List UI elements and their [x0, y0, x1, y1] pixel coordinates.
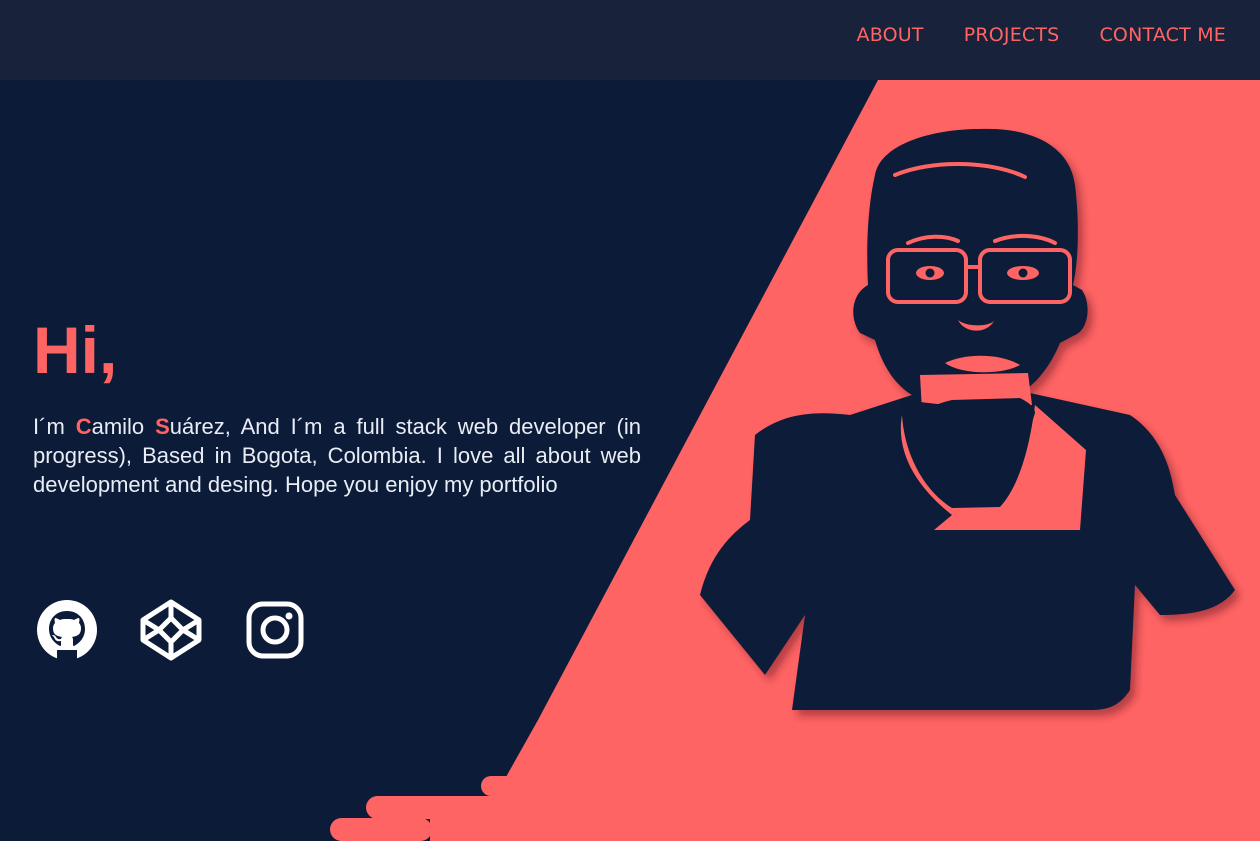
codepen-icon	[140, 599, 202, 661]
hero-blob-fill	[430, 818, 530, 841]
instagram-icon	[246, 601, 304, 659]
portrait-illustration	[700, 128, 1235, 710]
first-name-initial: C	[75, 414, 92, 439]
hero-title: Hi,	[33, 313, 118, 387]
nav-projects-link[interactable]: PROJECTS	[964, 24, 1060, 46]
hero-blob-2	[366, 796, 586, 819]
github-icon	[37, 600, 97, 662]
hero-intro: I´m Camilo Suárez, And I´m a full stack …	[33, 412, 641, 499]
nav-contact-link[interactable]: CONTACT ME	[1099, 24, 1226, 46]
last-name-initial: S	[155, 414, 170, 439]
github-link[interactable]	[35, 598, 99, 662]
intro-prefix: I´m	[33, 414, 76, 439]
hero-blob-3	[330, 818, 432, 841]
codepen-link[interactable]	[139, 598, 203, 662]
navbar: ABOUT PROJECTS CONTACT ME	[0, 0, 1260, 80]
instagram-link[interactable]	[243, 598, 307, 662]
nav-about-link[interactable]: ABOUT	[857, 24, 924, 46]
nav-links: ABOUT PROJECTS CONTACT ME	[857, 24, 1226, 46]
social-links	[35, 598, 307, 662]
first-name-rest: amilo	[91, 414, 156, 439]
hero-blob-1	[481, 776, 581, 796]
